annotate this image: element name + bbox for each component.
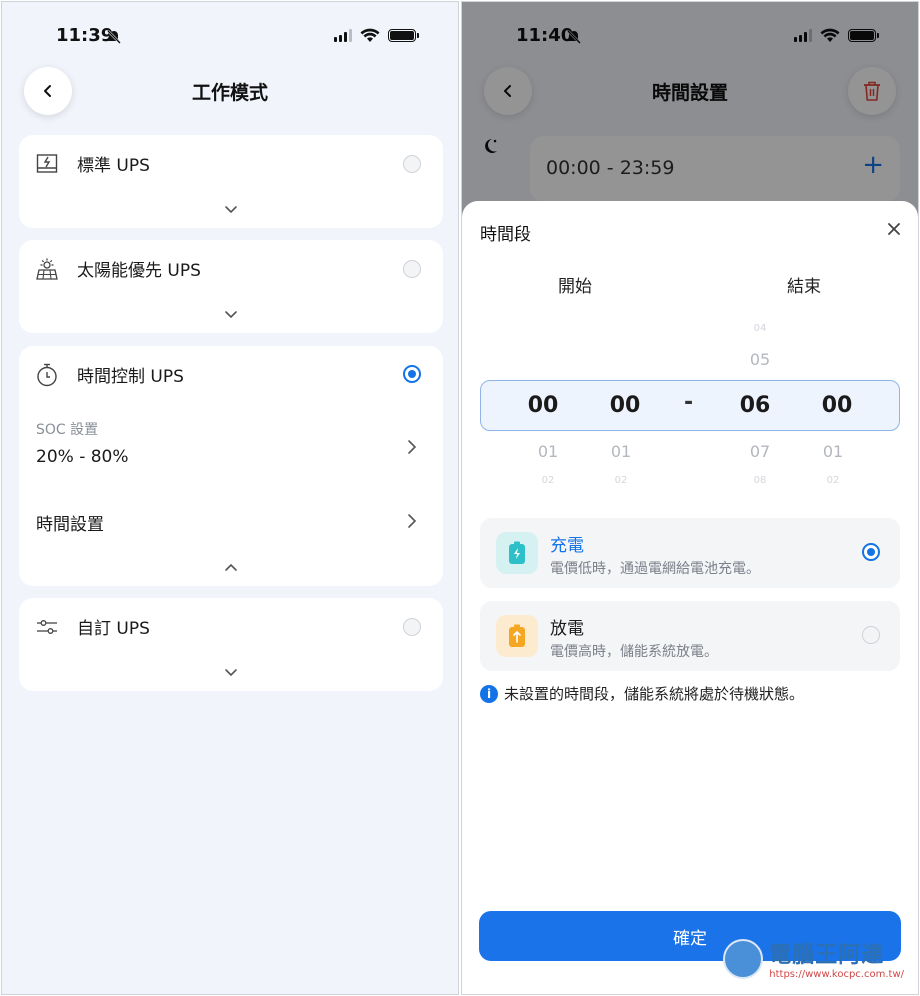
close-icon[interactable]: [886, 221, 902, 237]
mode-card-title: 標準 UPS: [77, 156, 150, 176]
header: 工作模式: [2, 64, 458, 118]
mode-card-time-control-ups[interactable]: 時間控制 UPS SOC 設置 20% - 80% 時間設置: [19, 346, 443, 586]
info-text: 未設置的時間段，儲能系統將處於待機狀態。: [504, 685, 805, 703]
soc-setting-label: SOC 設置: [36, 422, 99, 438]
discharge-mode-title: 放電: [550, 619, 584, 639]
start-minute-option[interactable]: 02: [591, 475, 651, 486]
soc-setting-value[interactable]: 20% - 80%: [36, 447, 129, 467]
chevron-up-icon[interactable]: [223, 562, 239, 572]
mode-card-title: 自訂 UPS: [77, 619, 150, 639]
start-hour-option[interactable]: 02: [518, 475, 578, 486]
sheet-title: 時間段: [480, 225, 531, 245]
end-hour-option[interactable]: 08: [730, 475, 790, 486]
dim-overlay[interactable]: [462, 2, 918, 232]
mode-radio-time-control-ups[interactable]: [403, 365, 421, 383]
start-minute-selected[interactable]: 00: [595, 393, 655, 418]
time-period-sheet: 時間段 開始 結束 00 01 02 00 01 02 - 04 05 06 0…: [462, 201, 918, 994]
mode-card-title: 時間控制 UPS: [77, 367, 184, 387]
chevron-down-icon[interactable]: [223, 668, 239, 678]
mode-radio-custom-ups[interactable]: [403, 618, 421, 636]
end-minute-option[interactable]: 01: [803, 442, 863, 461]
charge-mode-desc: 電價低時，通過電網給電池充電。: [550, 561, 760, 577]
timer-icon: [35, 363, 59, 387]
page-title: 工作模式: [191, 82, 268, 104]
info-icon: i: [480, 684, 498, 703]
inverter-icon: [35, 152, 59, 176]
mode-card-title: 太陽能優先 UPS: [77, 261, 201, 281]
charge-mode-radio[interactable]: [862, 543, 880, 561]
watermark: 電腦王阿達 https://www.kocpc.com.tw/: [723, 937, 904, 980]
watermark-brand: 電腦王阿達: [769, 943, 885, 968]
watermark-url: https://www.kocpc.com.tw/: [769, 969, 904, 980]
watermark-logo-icon: [723, 938, 764, 979]
start-label: 開始: [558, 277, 592, 297]
silent-bell-icon: [107, 30, 121, 44]
end-minute-selected[interactable]: 00: [807, 393, 867, 418]
end-minute-option[interactable]: 02: [803, 475, 863, 486]
discharge-mode-radio[interactable]: [862, 626, 880, 644]
cellular-signal-icon: [334, 29, 352, 42]
charge-mode-title: 充電: [550, 536, 584, 556]
mode-radio-standard-ups[interactable]: [403, 155, 421, 173]
status-time: 11:39: [56, 25, 114, 46]
end-hour-option[interactable]: 05: [730, 350, 790, 369]
mode-radio-solar-priority-ups[interactable]: [403, 260, 421, 278]
chevron-right-icon[interactable]: [407, 513, 417, 529]
left-screen: 11:39 工作模式 標準 UPS 太陽能優先 UPS 時間控制 UPS SOC…: [1, 1, 459, 995]
solar-panel-icon: [35, 257, 59, 281]
mode-card-standard-ups[interactable]: 標準 UPS: [19, 135, 443, 228]
battery-charge-icon: [496, 532, 538, 574]
start-minute-option[interactable]: 01: [591, 442, 651, 461]
end-hour-option[interactable]: 07: [730, 442, 790, 461]
status-bar: 11:39: [2, 2, 458, 72]
chevron-down-icon[interactable]: [223, 310, 239, 320]
discharge-mode-desc: 電價高時，儲能系統放電。: [550, 644, 718, 660]
end-hour-selected[interactable]: 06: [725, 393, 785, 418]
start-hour-option[interactable]: 01: [518, 442, 578, 461]
wifi-icon: [360, 28, 380, 42]
discharge-mode-option[interactable]: 放電 電價高時，儲能系統放電。: [480, 601, 900, 671]
battery-icon: [388, 29, 419, 42]
right-screen: 11:40 時間設置 00:00 - 23:59 + 時間段 開始 結束 00: [461, 1, 919, 995]
time-setting-row[interactable]: 時間設置: [36, 510, 104, 535]
picker-separator: -: [684, 390, 694, 415]
mode-card-custom-ups[interactable]: 自訂 UPS: [19, 598, 443, 691]
charge-mode-option[interactable]: 充電 電價低時，通過電網給電池充電。: [480, 518, 900, 588]
sliders-icon: [35, 615, 59, 639]
info-note: i 未設置的時間段，儲能系統將處於待機狀態。: [480, 683, 804, 704]
chevron-down-icon[interactable]: [223, 205, 239, 215]
chevron-right-icon[interactable]: [407, 439, 417, 455]
mode-card-solar-priority-ups[interactable]: 太陽能優先 UPS: [19, 240, 443, 333]
start-hour-selected[interactable]: 00: [513, 393, 573, 418]
end-label: 結束: [787, 277, 821, 297]
battery-discharge-icon: [496, 615, 538, 657]
end-hour-option[interactable]: 04: [730, 323, 790, 334]
